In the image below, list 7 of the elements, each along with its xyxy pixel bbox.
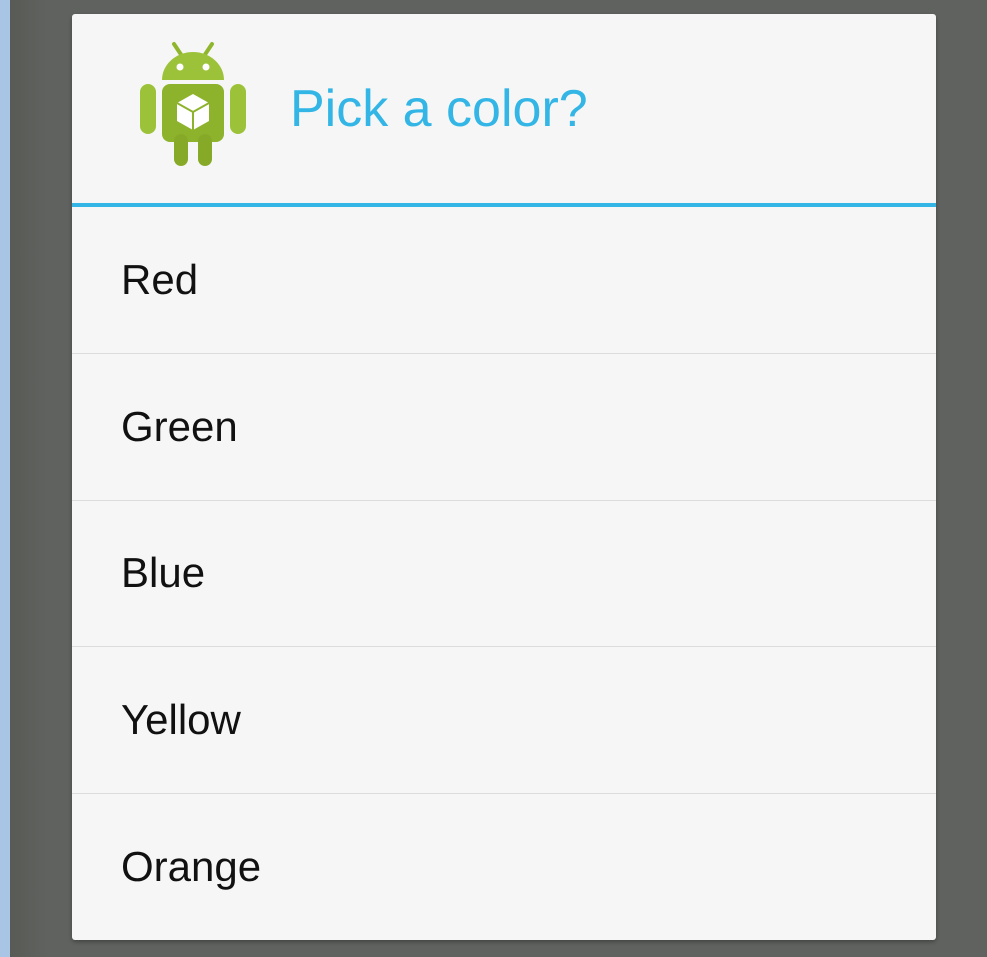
list-item[interactable]: Green	[72, 352, 936, 500]
dialog-title: Pick a color?	[290, 78, 588, 138]
robot-icon	[138, 40, 248, 168]
list-item[interactable]: Yellow	[72, 646, 936, 794]
list-item[interactable]: Blue	[72, 500, 936, 646]
list-item[interactable]: Red	[72, 207, 936, 353]
list-item[interactable]: Orange	[72, 793, 936, 940]
